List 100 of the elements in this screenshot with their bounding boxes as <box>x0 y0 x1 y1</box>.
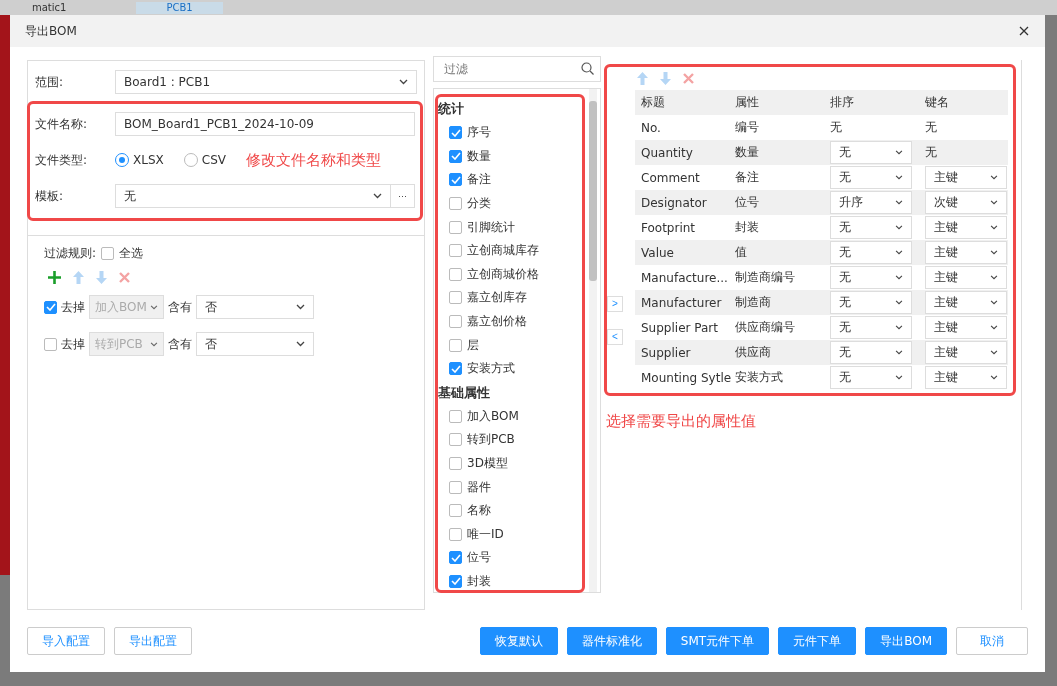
rule-operator: 含有 <box>168 298 192 316</box>
down-arrow-icon[interactable] <box>96 270 107 284</box>
down-arrow-icon[interactable] <box>660 71 671 85</box>
table-cell-text: 编号 <box>735 119 760 136</box>
cell-select[interactable]: 升序 <box>830 191 912 214</box>
cell-select[interactable]: 主键 <box>925 166 1007 189</box>
more-button[interactable]: ··· <box>391 184 415 208</box>
checkbox-label: 立创商城库存 <box>467 242 539 260</box>
table-cell-text: Quantity <box>641 145 694 160</box>
cell-select[interactable]: 主键 <box>925 341 1007 364</box>
cell-select[interactable]: 主键 <box>925 216 1007 239</box>
chevron-icon <box>895 300 903 305</box>
checkbox[interactable] <box>449 480 462 494</box>
checkbox[interactable] <box>449 149 462 163</box>
radio-option[interactable]: CSV <box>183 153 226 167</box>
table-cell-text: 供应商 <box>735 344 772 361</box>
rule-operator: 含有 <box>168 335 192 353</box>
checkbox-label: 加入BOM <box>467 407 519 425</box>
radio-option[interactable]: XLSX <box>115 153 164 167</box>
checkbox[interactable] <box>449 527 462 541</box>
chevron-icon <box>296 341 305 347</box>
scrollbar[interactable] <box>589 89 597 592</box>
chevron-icon <box>990 225 998 230</box>
delete-icon[interactable] <box>119 271 130 283</box>
checkbox[interactable] <box>44 300 57 314</box>
checkbox[interactable] <box>449 433 462 447</box>
cell-select[interactable]: 主键 <box>925 266 1007 289</box>
checkbox[interactable] <box>44 337 57 351</box>
chevron-icon <box>895 175 903 180</box>
table-cell-text: 位号 <box>735 194 760 211</box>
up-arrow-icon[interactable] <box>637 71 648 85</box>
table-cell-text: 安装方式 <box>735 369 784 386</box>
rule-action: 去掉 <box>61 298 85 316</box>
checkbox[interactable] <box>449 220 462 234</box>
cell-select[interactable]: 无 <box>830 341 912 364</box>
checkbox[interactable] <box>449 267 462 281</box>
checkbox[interactable] <box>449 244 462 258</box>
app-tab[interactable]: PCB1 <box>136 1 223 14</box>
table-cell-text: Footprint <box>641 220 697 235</box>
checkbox-label: 位号 <box>467 549 491 567</box>
checkbox-label: 嘉立创库存 <box>467 289 527 307</box>
chevron-icon <box>895 325 903 330</box>
app-tab[interactable]: matic1 <box>2 1 97 14</box>
scope-select[interactable]: Board1 : PCB1 <box>115 70 417 94</box>
chevron-icon <box>990 275 998 280</box>
checkbox[interactable] <box>449 315 462 329</box>
cell-select[interactable]: 无 <box>830 316 912 339</box>
table-cell-text: 备注 <box>735 169 760 186</box>
cell-select[interactable]: 主键 <box>925 241 1007 264</box>
cell-select[interactable]: 无 <box>830 366 912 389</box>
table-cell-text: Manufacture... <box>641 270 729 285</box>
table-cell-text: 无 <box>925 119 938 136</box>
checkbox[interactable] <box>449 197 462 211</box>
cell-select[interactable]: 次键 <box>925 191 1007 214</box>
checkbox[interactable] <box>449 126 462 140</box>
checkbox[interactable] <box>449 504 462 518</box>
chevron-icon <box>895 225 903 230</box>
cell-select[interactable]: 无 <box>830 241 912 264</box>
cell-select[interactable]: 无 <box>830 166 912 189</box>
column-header: 属性 <box>735 94 760 111</box>
checkbox[interactable] <box>449 338 462 352</box>
value-select[interactable]: 否 <box>196 295 314 319</box>
search-field[interactable]: 过滤 <box>433 56 601 82</box>
cell-select[interactable]: 主键 <box>925 316 1007 339</box>
checkbox[interactable] <box>449 291 462 305</box>
checkbox-label: 引脚统计 <box>467 218 515 236</box>
up-arrow-icon[interactable] <box>73 270 84 284</box>
checkbox-label: 数量 <box>467 147 491 165</box>
checkbox-label: 封装 <box>467 573 491 590</box>
group-heading: 统计 <box>438 100 465 118</box>
column-header: 排序 <box>830 94 855 111</box>
checkbox[interactable] <box>449 551 462 565</box>
close-icon[interactable] <box>1019 26 1029 36</box>
checkbox[interactable] <box>449 457 462 470</box>
search-icon <box>581 62 594 75</box>
checkbox[interactable] <box>449 362 462 376</box>
cell-select[interactable]: 无 <box>830 141 912 164</box>
delete-icon[interactable] <box>683 72 694 84</box>
table-cell-text: Manufacturer <box>641 295 723 310</box>
chevron-icon <box>990 325 998 330</box>
plus-icon[interactable] <box>48 270 61 284</box>
file-name-field[interactable]: BOM_Board1_PCB1_2024-10-09 <box>115 112 415 136</box>
cell-select[interactable]: 无 <box>830 291 912 314</box>
annotation-text: 选择需要导出的属性值 <box>606 412 757 431</box>
cell-select[interactable]: 无 <box>830 266 912 289</box>
checkbox[interactable] <box>449 575 462 588</box>
template-select[interactable]: 无 <box>115 184 391 208</box>
checkbox[interactable] <box>101 247 115 260</box>
cell-select[interactable]: 无 <box>830 216 912 239</box>
checkbox[interactable] <box>449 409 462 423</box>
checkbox-label: 全选 <box>119 245 144 262</box>
checkbox-label: 序号 <box>467 124 491 142</box>
checkbox-label: 安装方式 <box>467 360 515 378</box>
column-header: 标题 <box>641 94 666 111</box>
checkbox[interactable] <box>449 173 462 187</box>
field-label: 文件类型: <box>35 151 89 169</box>
value-select[interactable]: 否 <box>196 332 314 356</box>
checkbox-label: 备注 <box>467 171 491 189</box>
cell-select[interactable]: 主键 <box>925 366 1007 389</box>
cell-select[interactable]: 主键 <box>925 291 1007 314</box>
